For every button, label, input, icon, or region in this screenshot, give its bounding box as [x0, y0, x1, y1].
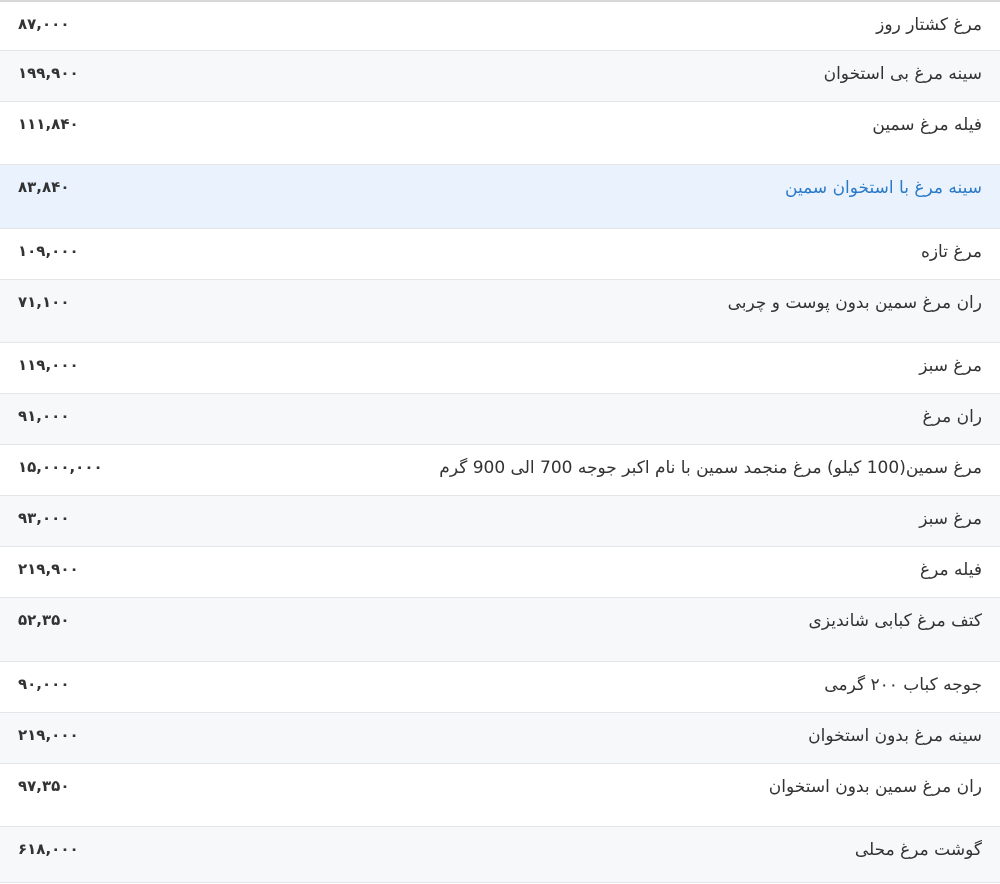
product-name-link[interactable]: سینه مرغ با استخوان سمین [785, 175, 982, 201]
product-name[interactable]: مرغ تازه [921, 239, 982, 265]
product-price: ۹۳,۰۰۰ [18, 509, 70, 527]
product-name[interactable]: ران مرغ سمین بدون استخوان [769, 774, 982, 800]
product-price: ۱۹۹,۹۰۰ [18, 64, 79, 82]
product-price: ۱۵,۰۰۰,۰۰۰ [18, 458, 103, 476]
table-row[interactable]: ران مرغ سمین بدون پوست و چربی ۷۱,۱۰۰ [0, 280, 1000, 343]
table-row[interactable]: مرغ سبز ۹۳,۰۰۰ [0, 496, 1000, 547]
table-row[interactable]: سینه مرغ بی استخوان ۱۹۹,۹۰۰ [0, 51, 1000, 102]
table-row[interactable]: کتف مرغ کبابی شاندیزی ۵۲,۳۵۰ [0, 598, 1000, 662]
price-table: مرغ کشتار روز ۸۷,۰۰۰ سینه مرغ بی استخوان… [0, 0, 1000, 883]
product-name[interactable]: سینه مرغ بدون استخوان [808, 723, 982, 749]
product-name[interactable]: فیله مرغ سمین [872, 112, 982, 138]
table-row[interactable]: مرغ کشتار روز ۸۷,۰۰۰ [0, 2, 1000, 51]
table-row-highlighted[interactable]: سینه مرغ با استخوان سمین ۸۳,۸۴۰ [0, 165, 1000, 229]
product-price: ۵۲,۳۵۰ [18, 611, 70, 629]
product-name[interactable]: مرغ سبز [919, 353, 982, 379]
table-row[interactable]: فیله مرغ سمین ۱۱۱,۸۴۰ [0, 102, 1000, 165]
table-row[interactable]: ران مرغ ۹۱,۰۰۰ [0, 394, 1000, 445]
product-name[interactable]: فیله مرغ [920, 557, 982, 583]
product-name[interactable]: سینه مرغ بی استخوان [824, 61, 982, 87]
product-price: ۸۳,۸۴۰ [18, 178, 70, 196]
table-row[interactable]: مرغ تازه ۱۰۹,۰۰۰ [0, 229, 1000, 280]
product-name[interactable]: گوشت مرغ محلی [855, 837, 982, 863]
table-row[interactable]: گوشت مرغ محلی ۶۱۸,۰۰۰ [0, 827, 1000, 883]
table-row[interactable]: مرغ سمین(100 کیلو) مرغ منجمد سمین با نام… [0, 445, 1000, 496]
product-price: ۸۷,۰۰۰ [18, 15, 70, 33]
product-name[interactable]: ران مرغ سمین بدون پوست و چربی [728, 290, 982, 316]
table-row[interactable]: سینه مرغ بدون استخوان ۲۱۹,۰۰۰ [0, 713, 1000, 764]
product-name[interactable]: مرغ سبز [919, 506, 982, 532]
table-row[interactable]: جوجه کباب ۲۰۰ گرمی ۹۰,۰۰۰ [0, 662, 1000, 713]
product-name[interactable]: مرغ کشتار روز [876, 12, 982, 38]
product-price: ۱۰۹,۰۰۰ [18, 242, 79, 260]
product-price: ۹۰,۰۰۰ [18, 675, 70, 693]
product-price: ۱۱۹,۰۰۰ [18, 356, 79, 374]
table-row[interactable]: فیله مرغ ۲۱۹,۹۰۰ [0, 547, 1000, 598]
product-price: ۹۷,۳۵۰ [18, 777, 70, 795]
product-price: ۷۱,۱۰۰ [18, 293, 70, 311]
product-name[interactable]: مرغ سمین(100 کیلو) مرغ منجمد سمین با نام… [439, 455, 982, 481]
product-name[interactable]: ران مرغ [923, 404, 982, 430]
product-name[interactable]: جوجه کباب ۲۰۰ گرمی [824, 672, 982, 698]
product-price: ۱۱۱,۸۴۰ [18, 115, 79, 133]
table-row[interactable]: ران مرغ سمین بدون استخوان ۹۷,۳۵۰ [0, 764, 1000, 827]
product-price: ۲۱۹,۰۰۰ [18, 726, 79, 744]
product-name[interactable]: کتف مرغ کبابی شاندیزی [809, 608, 982, 634]
table-row[interactable]: مرغ سبز ۱۱۹,۰۰۰ [0, 343, 1000, 394]
product-price: ۶۱۸,۰۰۰ [18, 840, 79, 858]
product-price: ۹۱,۰۰۰ [18, 407, 70, 425]
product-price: ۲۱۹,۹۰۰ [18, 560, 79, 578]
